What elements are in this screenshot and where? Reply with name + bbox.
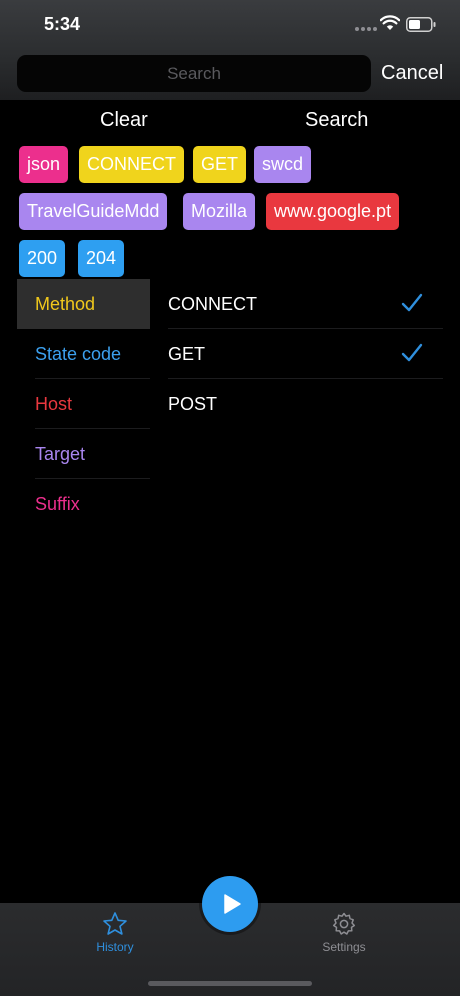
home-indicator [148,981,312,986]
search-button[interactable]: Search [305,109,368,132]
category-target[interactable]: Target [17,429,150,479]
play-icon [224,894,241,914]
category-label: State code [35,344,122,364]
status-bar: 5:34 [0,0,460,50]
tab-history[interactable]: History [65,905,165,965]
category-label: Suffix [35,494,80,514]
filter-chip[interactable]: www.google.pt [266,193,400,230]
gear-icon [332,912,356,935]
filter-chip[interactable]: 200 [19,240,66,277]
tab-label: History [96,940,134,954]
star-icon [103,912,127,935]
search-input[interactable] [17,55,371,92]
filter-chip[interactable]: swcd [254,146,312,183]
option-post[interactable]: POST [168,379,443,429]
category-label: Host [35,394,73,414]
filter-chip[interactable]: CONNECT [79,146,184,183]
checkmark-icon [401,343,423,362]
tab-label: Settings [322,940,366,954]
option-get[interactable]: GET [168,329,443,379]
option-label: POST [168,394,218,414]
option-connect[interactable]: CONNECT [168,279,443,329]
signal-icon [355,27,377,31]
category-suffix[interactable]: Suffix [17,479,150,529]
filter-chip[interactable]: GET [193,146,247,183]
category-label: Method [35,294,96,314]
battery-icon [406,17,436,32]
filter-chip[interactable]: Mozilla [183,193,256,230]
tab-settings[interactable]: Settings [294,905,394,965]
category-label: Target [35,444,86,464]
filter-chip[interactable]: 204 [78,240,125,277]
wifi-icon [380,15,400,30]
option-label: GET [168,344,206,364]
status-time: 5:34 [44,14,81,34]
clear-button[interactable]: Clear [100,109,148,132]
checkmark-icon [401,293,423,312]
filter-chip[interactable]: json [19,146,69,183]
category-state-code[interactable]: State code [17,329,150,379]
filter-chip[interactable]: TravelGuideMdd [19,193,168,230]
category-method[interactable]: Method [17,279,150,329]
cancel-button[interactable]: Cancel [381,62,443,85]
option-label: CONNECT [168,294,257,314]
category-host[interactable]: Host [17,379,150,429]
play-button[interactable] [202,876,258,932]
